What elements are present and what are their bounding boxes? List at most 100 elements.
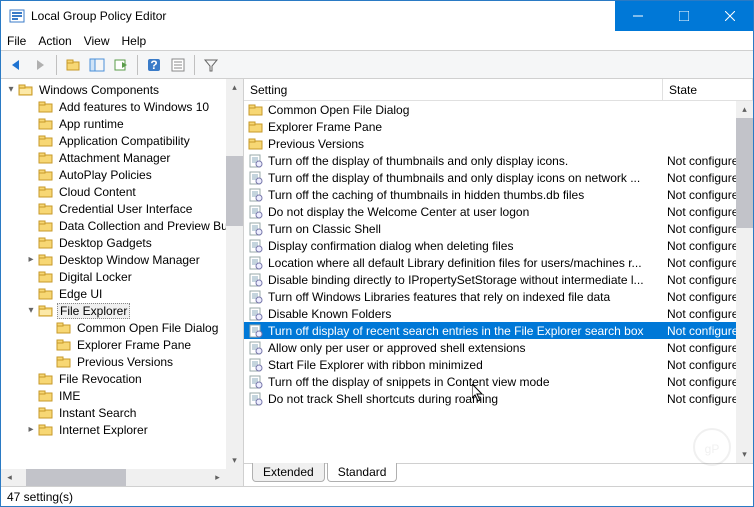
- list-row[interactable]: Turn off Windows Libraries features that…: [244, 288, 753, 305]
- list-row[interactable]: Allow only per user or approved shell ex…: [244, 339, 753, 356]
- tree-item[interactable]: IME: [1, 387, 243, 404]
- tree-label: Digital Locker: [57, 270, 134, 284]
- tree-item[interactable]: App runtime: [1, 115, 243, 132]
- column-state[interactable]: State: [663, 79, 753, 100]
- caret-icon[interactable]: ▾: [5, 84, 17, 95]
- scroll-thumb-v[interactable]: [736, 118, 753, 228]
- setting-label: Previous Versions: [268, 137, 364, 151]
- list-scrollbar-v[interactable]: ▴ ▾: [736, 101, 753, 463]
- tree-item[interactable]: ▸Desktop Window Manager: [1, 251, 243, 268]
- titlebar: Local Group Policy Editor: [1, 1, 753, 31]
- list-row[interactable]: Do not display the Welcome Center at use…: [244, 203, 753, 220]
- toolbar-separator: [194, 55, 195, 75]
- scroll-up-button[interactable]: ▴: [736, 101, 753, 118]
- tree-item[interactable]: ▾File Explorer: [1, 302, 243, 319]
- menu-view[interactable]: View: [84, 34, 110, 48]
- menu-help[interactable]: Help: [122, 34, 147, 48]
- help-button[interactable]: ?: [143, 54, 165, 76]
- tree-item[interactable]: Add features to Windows 10: [1, 98, 243, 115]
- caret-icon[interactable]: ▸: [25, 254, 37, 265]
- setting-label: Do not track Shell shortcuts during roam…: [268, 392, 498, 406]
- show-hide-tree-button[interactable]: [86, 54, 108, 76]
- folder-icon: [38, 406, 54, 420]
- maximize-button[interactable]: [661, 1, 707, 31]
- list-row[interactable]: Turn off the display of thumbnails and o…: [244, 169, 753, 186]
- tree-item[interactable]: Credential User Interface: [1, 200, 243, 217]
- scroll-down-button[interactable]: ▾: [226, 452, 243, 469]
- tree-item[interactable]: Cloud Content: [1, 183, 243, 200]
- list-row[interactable]: Display confirmation dialog when deletin…: [244, 237, 753, 254]
- tree-item[interactable]: Application Compatibility: [1, 132, 243, 149]
- menubar: File Action View Help: [1, 31, 753, 51]
- close-button[interactable]: [707, 1, 753, 31]
- list-row[interactable]: Disable Known FoldersNot configured: [244, 305, 753, 322]
- list-row[interactable]: Turn off the caching of thumbnails in hi…: [244, 186, 753, 203]
- list-row[interactable]: Start File Explorer with ribbon minimize…: [244, 356, 753, 373]
- up-button[interactable]: [62, 54, 84, 76]
- export-button[interactable]: [110, 54, 132, 76]
- list-row[interactable]: Previous Versions: [244, 135, 753, 152]
- toolbar-separator: [137, 55, 138, 75]
- list-row[interactable]: Turn off the display of snippets in Cont…: [244, 373, 753, 390]
- main-area: ▾ Windows ComponentsAdd features to Windo…: [1, 79, 753, 486]
- forward-button[interactable]: [29, 54, 51, 76]
- tree-pane[interactable]: ▾ Windows ComponentsAdd features to Windo…: [1, 79, 244, 486]
- list-row[interactable]: Do not track Shell shortcuts during roam…: [244, 390, 753, 407]
- list-row[interactable]: Disable binding directly to IPropertySet…: [244, 271, 753, 288]
- folder-icon: [38, 389, 54, 403]
- tree-label: Desktop Gadgets: [57, 236, 154, 250]
- caret-icon[interactable]: ▾: [25, 305, 37, 316]
- tree-item[interactable]: Common Open File Dialog: [1, 319, 243, 336]
- caret-icon[interactable]: ▸: [25, 424, 37, 435]
- filter-button[interactable]: [200, 54, 222, 76]
- tree-label: Data Collection and Preview Bu: [57, 219, 230, 233]
- tree-label: Attachment Manager: [57, 151, 172, 165]
- back-button[interactable]: [5, 54, 27, 76]
- tree-label: Windows Components: [37, 83, 161, 97]
- tree-item[interactable]: Previous Versions: [1, 353, 243, 370]
- folder-icon: [38, 100, 54, 114]
- app-icon: [9, 8, 25, 24]
- policy-icon: [248, 239, 264, 253]
- scroll-left-button[interactable]: ◂: [1, 469, 18, 486]
- window-title: Local Group Policy Editor: [31, 9, 615, 23]
- list-row[interactable]: Turn off display of recent search entrie…: [244, 322, 753, 339]
- setting-label: Common Open File Dialog: [268, 103, 409, 117]
- scroll-thumb-h[interactable]: [26, 469, 126, 486]
- tree-item[interactable]: Digital Locker: [1, 268, 243, 285]
- list-row[interactable]: Turn on Classic ShellNot configured: [244, 220, 753, 237]
- tree-item[interactable]: Desktop Gadgets: [1, 234, 243, 251]
- tree-item[interactable]: ▾ Windows Components: [1, 81, 243, 98]
- properties-button[interactable]: [167, 54, 189, 76]
- list-row[interactable]: Explorer Frame Pane: [244, 118, 753, 135]
- svg-text:?: ?: [150, 58, 157, 72]
- policy-icon: [248, 273, 264, 287]
- menu-file[interactable]: File: [7, 34, 26, 48]
- minimize-button[interactable]: [615, 1, 661, 31]
- tree-scrollbar-h[interactable]: ◂ ▸: [1, 469, 226, 486]
- tree-item[interactable]: AutoPlay Policies: [1, 166, 243, 183]
- tree-item[interactable]: Attachment Manager: [1, 149, 243, 166]
- tree-item[interactable]: Data Collection and Preview Bu: [1, 217, 243, 234]
- tree-item[interactable]: Instant Search: [1, 404, 243, 421]
- scroll-up-button[interactable]: ▴: [226, 79, 243, 96]
- settings-list[interactable]: Setting State Common Open File DialogExp…: [244, 79, 753, 464]
- scroll-thumb-v[interactable]: [226, 156, 243, 226]
- menu-action[interactable]: Action: [38, 34, 71, 48]
- tab-standard[interactable]: Standard: [327, 463, 398, 482]
- column-setting[interactable]: Setting: [244, 79, 663, 100]
- tree-label: AutoPlay Policies: [57, 168, 154, 182]
- tree-item[interactable]: ▸Internet Explorer: [1, 421, 243, 438]
- list-row[interactable]: Common Open File Dialog: [244, 101, 753, 118]
- folder-icon: [38, 287, 54, 301]
- scroll-right-button[interactable]: ▸: [209, 469, 226, 486]
- list-row[interactable]: Location where all default Library defin…: [244, 254, 753, 271]
- scroll-down-button[interactable]: ▾: [736, 446, 753, 463]
- tree-item[interactable]: Edge UI: [1, 285, 243, 302]
- list-row[interactable]: Turn off the display of thumbnails and o…: [244, 152, 753, 169]
- tree-scrollbar-v[interactable]: ▴ ▾: [226, 79, 243, 469]
- tree-item[interactable]: Explorer Frame Pane: [1, 336, 243, 353]
- tree-item[interactable]: File Revocation: [1, 370, 243, 387]
- details-pane: Setting State Common Open File DialogExp…: [244, 79, 753, 486]
- tab-extended[interactable]: Extended: [252, 463, 325, 482]
